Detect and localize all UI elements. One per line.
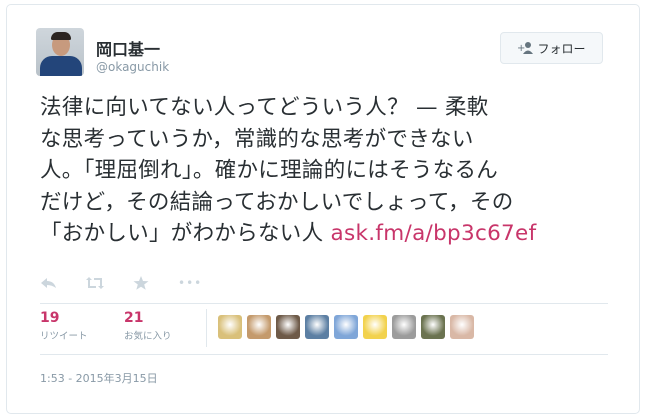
favorite-label: お気に入り [124,331,172,342]
favoriter-avatar[interactable] [218,315,242,339]
favoriter-avatar[interactable] [334,315,358,339]
favoriter-avatar[interactable] [450,315,474,339]
favoriter-avatar[interactable] [247,315,271,339]
tweet-link[interactable]: ask.fm/a/bp3c67ef [331,221,537,246]
retweet-count: 19 [40,310,60,326]
retweet-icon[interactable] [86,276,104,290]
tweet-timestamp[interactable]: 1:53 - 2015年3月15日 [40,370,158,386]
more-icon[interactable]: ••• [178,276,202,290]
avatar-suit-shape [40,56,82,76]
tweet-line: 人。「理屈倒れ」。確かに理論的にはそうなるん [40,158,499,183]
stats-separator [206,309,207,347]
retweet-stat[interactable]: 19 リツイート [40,310,88,342]
user-name[interactable]: 岡口基一 [96,36,160,60]
tweet-actions: ••• [40,276,202,290]
follow-button[interactable]: + フォロー [500,32,603,64]
divider [40,354,608,355]
favorite-star-icon[interactable] [132,276,150,290]
avatar[interactable] [36,28,84,76]
favoriters-list [218,315,474,339]
tweet-line: 「おかしい」がわからない人 ask.fm/a/bp3c67ef [40,218,610,250]
favoriter-avatar[interactable] [276,315,300,339]
tweet-line: な思考っていうか，常識的な思考ができない [40,126,474,152]
tweet-line: 法律に向いてない人ってどういう人？ — 柔軟 [40,95,489,120]
add-user-icon: + [517,42,534,54]
favorite-stat[interactable]: 21 お気に入り [124,310,172,342]
svg-text:+: + [517,43,525,54]
favoriter-avatar[interactable] [305,315,329,339]
follow-button-label: フォロー [537,41,586,56]
retweet-label: リツイート [40,331,88,342]
favoriter-avatar[interactable] [421,315,445,339]
favorite-count: 21 [124,310,144,326]
tweet-line-text: 「おかしい」がわからない人 [40,221,331,246]
user-handle[interactable]: @okaguchik [96,60,169,74]
tweet-text: 法律に向いてない人ってどういう人？ — 柔軟 な思考っていうか，常識的な思考がで… [40,92,610,250]
tweet-line: だけど，その結論っておかしいでしょって，その [40,189,514,215]
favoriter-avatar[interactable] [363,315,387,339]
reply-icon[interactable] [40,276,58,290]
avatar-hair-shape [51,32,71,40]
favoriter-avatar[interactable] [392,315,416,339]
divider [40,303,608,304]
